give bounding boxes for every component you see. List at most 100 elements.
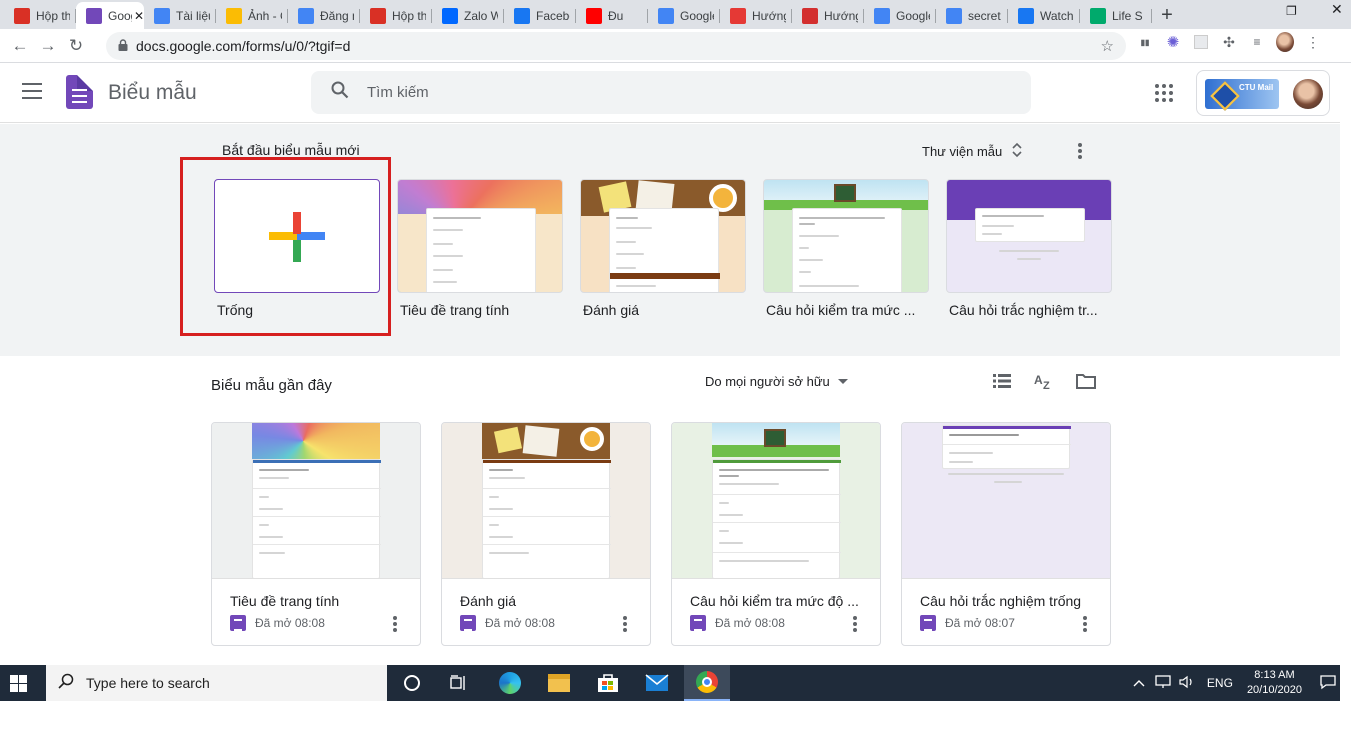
template-thumbnail[interactable]: [763, 179, 929, 293]
form-preview: [482, 459, 611, 578]
template-blank-quiz[interactable]: Câu hỏi trắc nghiệm tr...: [946, 179, 1112, 318]
folder-icon[interactable]: [1076, 373, 1096, 389]
browser-tab[interactable]: Facebook: [504, 2, 576, 29]
cortana-icon[interactable]: [390, 665, 434, 701]
restore-window-button[interactable]: ❐: [1286, 4, 1297, 18]
recent-form-card[interactable]: Tiêu đề trang tính Đã mở 08:08: [211, 422, 421, 646]
app-title[interactable]: Biểu mẫu: [108, 81, 197, 105]
account-switcher[interactable]: CTU Mail: [1196, 70, 1330, 116]
recent-form-thumbnail[interactable]: [672, 423, 880, 579]
recent-form-card[interactable]: Câu hỏi trắc nghiệm trống Đã mở 08:07: [901, 422, 1111, 646]
profile-avatar[interactable]: [1276, 32, 1294, 52]
main-menu-icon[interactable]: [22, 83, 42, 101]
owner-filter-dropdown[interactable]: Do mọi người sở hữu: [705, 374, 848, 389]
mail-icon[interactable]: [635, 665, 679, 701]
search-bar[interactable]: [311, 71, 1031, 114]
tab-list: Hộp thư Google Biểu mẫu✕ Tài liệu Ảnh - Goo…: [4, 2, 1152, 29]
browser-tab-label: Google Dịch: [896, 8, 930, 23]
search-icon: [58, 673, 74, 694]
language-indicator[interactable]: ENG: [1207, 676, 1233, 690]
back-arrow-icon[interactable]: ←: [6, 32, 34, 60]
new-tab-button[interactable]: +: [1152, 2, 1182, 29]
google-apps-icon[interactable]: [1155, 84, 1173, 102]
taskbar-search-box[interactable]: [46, 665, 387, 701]
gallery-more-icon[interactable]: [1078, 143, 1082, 159]
browser-tab[interactable]: Tài liệu: [144, 2, 216, 29]
forward-arrow-icon[interactable]: →: [34, 32, 62, 60]
template-thumbnail[interactable]: [397, 179, 563, 293]
form-preview: [426, 208, 536, 292]
forms-logo-icon[interactable]: [66, 75, 93, 109]
browser-tab[interactable]: Đăng nhập: [288, 2, 360, 29]
browser-tab[interactable]: Google Biểu mẫu✕: [76, 2, 144, 29]
card-more-icon[interactable]: [393, 616, 397, 632]
recent-form-thumbnail[interactable]: [212, 423, 420, 579]
notification-icon[interactable]: [1320, 674, 1336, 693]
opened-time: Đã mở 08:08: [485, 616, 555, 630]
reload-icon[interactable]: ↻: [62, 32, 90, 60]
browser-tab[interactable]: Hướng dẫn: [792, 2, 864, 29]
close-window-button[interactable]: ✕: [1331, 1, 1343, 18]
browser-tab[interactable]: Watch: [1008, 2, 1080, 29]
template-sheet-title[interactable]: Tiêu đề trang tính: [397, 179, 563, 318]
template-name: Câu hỏi trắc nghiệm tr...: [949, 302, 1098, 318]
browser-tab[interactable]: Hộp thư: [360, 2, 432, 29]
browser-tab[interactable]: Life S: [1080, 2, 1152, 29]
extension-icon[interactable]: ▮▮: [1136, 33, 1154, 51]
card-more-icon[interactable]: [1083, 616, 1087, 632]
recent-form-card[interactable]: Đánh giá Đã mở 08:08: [441, 422, 651, 646]
address-bar[interactable]: docs.google.com/forms/u/0/?tgif=d ☆: [106, 32, 1126, 60]
recent-form-thumbnail[interactable]: [442, 423, 650, 579]
template-gallery-button[interactable]: Thư viện mẫu: [922, 142, 1022, 161]
list-view-icon[interactable]: [993, 373, 1011, 389]
search-icon[interactable]: [331, 81, 349, 104]
windows-start-icon[interactable]: [10, 675, 27, 692]
chevron-up-icon[interactable]: [1133, 676, 1145, 690]
browser-tab[interactable]: Google Dịch: [648, 2, 720, 29]
reading-list-icon[interactable]: ≡: [1248, 33, 1266, 51]
card-more-icon[interactable]: [623, 616, 627, 632]
template-thumbnail[interactable]: [580, 179, 746, 293]
browser-tab[interactable]: Ảnh - Google: [216, 2, 288, 29]
browser-tab[interactable]: Zalo Web: [432, 2, 504, 29]
coffee-cup: [580, 427, 604, 451]
browser-tab-label: Life S: [1112, 8, 1143, 23]
browser-menu-icon[interactable]: ⋮: [1304, 33, 1322, 51]
sort-az-icon[interactable]: AZ: [1034, 372, 1054, 390]
account-avatar[interactable]: [1293, 79, 1323, 109]
task-view-icon[interactable]: [437, 665, 481, 701]
edge-icon[interactable]: [488, 665, 532, 701]
form-header-image: [252, 423, 380, 459]
bookmark-star-icon[interactable]: ☆: [1101, 37, 1114, 55]
puzzle-icon[interactable]: ✣: [1220, 33, 1238, 51]
network-icon[interactable]: [1155, 674, 1171, 692]
browser-tab[interactable]: secret: [936, 2, 1008, 29]
browser-tab-label: Hướng dẫn: [824, 8, 858, 23]
recent-form-card[interactable]: Câu hỏi kiểm tra mức độ ... Đã mở 08:08: [671, 422, 881, 646]
card-more-icon[interactable]: [853, 616, 857, 632]
template-gallery-label: Thư viện mẫu: [922, 144, 1003, 159]
store-icon[interactable]: [586, 665, 630, 701]
template-quiz[interactable]: Câu hỏi kiểm tra mức ...: [763, 179, 929, 318]
photos-icon: [226, 7, 242, 24]
volume-icon[interactable]: [1179, 675, 1195, 692]
chrome-taskbar-icon[interactable]: [684, 665, 730, 701]
recent-forms-title: Biểu mẫu gần đây: [211, 377, 332, 394]
search-input[interactable]: [367, 84, 967, 101]
system-clock[interactable]: 8:13 AM 20/10/2020: [1247, 668, 1302, 698]
template-thumbnail[interactable]: [946, 179, 1112, 293]
browser-tab[interactable]: Hộp thư: [4, 2, 76, 29]
recent-form-thumbnail[interactable]: [902, 423, 1110, 579]
browser-tab-strip: Hộp thưGoogle Biểu mẫu✕Tài liệuẢnh - Goo…: [0, 0, 1351, 29]
browser-tab[interactable]: Đu: [576, 2, 648, 29]
extension-gear-icon[interactable]: ✺: [1164, 33, 1182, 51]
close-tab-icon[interactable]: ✕: [134, 9, 144, 23]
template-review[interactable]: Đánh giá: [580, 179, 746, 318]
browser-tab[interactable]: Hướng dẫn: [720, 2, 792, 29]
taskbar-search-input[interactable]: [86, 675, 366, 691]
extension-grid-icon[interactable]: [1192, 33, 1210, 51]
form-preview: [712, 459, 841, 578]
file-explorer-icon[interactable]: [537, 665, 581, 701]
browser-tab[interactable]: Google Dịch: [864, 2, 936, 29]
gmail-icon: [14, 7, 30, 24]
